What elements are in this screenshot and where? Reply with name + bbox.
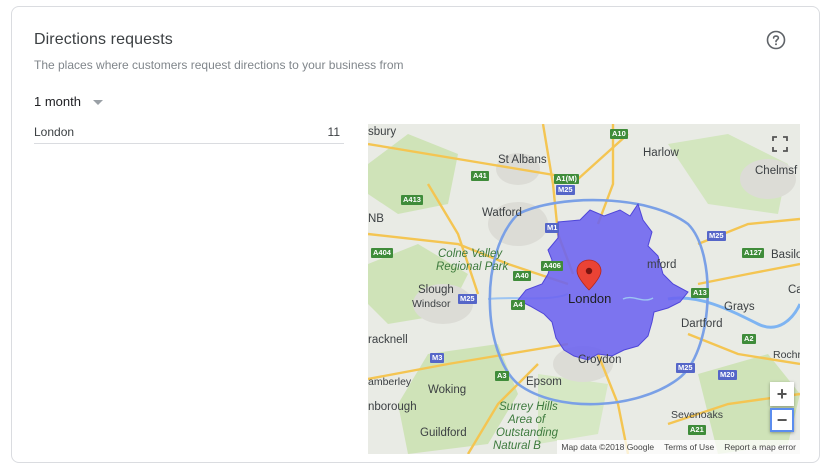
help-circle-icon[interactable] [766, 30, 786, 50]
terms-of-use-link[interactable]: Terms of Use [664, 442, 714, 452]
road-shield: A13 [691, 288, 709, 298]
location-name: London [34, 125, 75, 139]
map-label-windsor: Windsor [412, 298, 451, 310]
road-shield: A10 [610, 129, 628, 139]
map-label-surrey-hills: Surrey Hills [499, 401, 558, 413]
map-label-ca: Ca [788, 284, 800, 296]
map-label-watford: Watford [482, 207, 522, 219]
map-label-dartford: Dartford [681, 318, 723, 330]
map-label-rochester: Rochr [773, 349, 800, 361]
dropdown-caret-icon [92, 99, 103, 105]
road-shield: A406 [541, 261, 563, 271]
location-row: London 11 [34, 125, 344, 144]
directions-map[interactable]: sbury St Albans Harlow Chelmsf NB Watfor… [368, 124, 800, 454]
map-label-bracknell: racknell [368, 334, 408, 346]
map-label-area-of: Area of [508, 414, 546, 426]
road-shield: M1 [545, 223, 560, 233]
map-label-woking: Woking [428, 384, 467, 396]
road-shield: M20 [718, 370, 737, 380]
road-shield: A4 [511, 300, 525, 310]
map-label-chelmsford: Chelmsf [755, 165, 798, 177]
directions-requests-card: Directions requests The places where cus… [11, 6, 820, 463]
road-shield: A127 [742, 248, 764, 258]
fullscreen-icon[interactable] [771, 135, 789, 153]
road-shield: A21 [688, 425, 706, 435]
period-dropdown[interactable]: 1 month [34, 91, 103, 111]
map-label-grays: Grays [724, 301, 755, 313]
road-shield: A1(M) [554, 174, 579, 184]
period-selected-value: 1 month [34, 93, 81, 109]
road-shield: M25 [458, 294, 477, 304]
road-shield: M25 [707, 231, 726, 241]
report-map-error-link[interactable]: Report a map error [724, 442, 796, 452]
map-label-camberley: amberley [368, 376, 412, 388]
road-shield: A413 [401, 195, 423, 205]
road-shield: M25 [676, 363, 695, 373]
map-label-croydon: Croydon [578, 354, 622, 366]
zoom-out-button[interactable]: − [770, 408, 794, 432]
map-label-basildon: Basilo [771, 249, 800, 261]
map-label-harlow: Harlow [643, 147, 679, 159]
map-label-guildford: Guildford [420, 427, 467, 439]
card-title: Directions requests [34, 31, 173, 48]
road-shield: A40 [513, 271, 531, 281]
map-label-london: London [568, 291, 612, 306]
map-label-sevenoaks: Sevenoaks [671, 409, 723, 421]
road-shield: M25 [556, 185, 575, 195]
road-shield: A41 [471, 171, 489, 181]
map-label-outstanding: Outstanding [496, 427, 559, 439]
map-label-slough: Slough [418, 284, 454, 296]
map-label-romford: mford [647, 259, 677, 271]
road-shield: A2 [742, 334, 756, 344]
map-label-anb: NB [368, 213, 384, 225]
map-label-regional-park: Regional Park [436, 261, 509, 273]
map-data-credit: Map data ©2018 Google [561, 442, 655, 452]
location-count: 11 [327, 125, 340, 139]
card-subtitle: The places where customers request direc… [34, 58, 404, 72]
map-label-natural-b: Natural B [493, 440, 541, 452]
map-label-st-albans: St Albans [498, 154, 547, 166]
road-shield: A404 [371, 248, 393, 258]
map-label-farnborough: nborough [368, 401, 417, 413]
zoom-in-button[interactable]: + [770, 382, 794, 406]
road-shield: A3 [495, 371, 509, 381]
map-label-colne-valley: Colne Valley [438, 248, 503, 260]
map-label-epsom: Epsom [526, 376, 562, 388]
map-attribution: Map data ©2018 Google Terms of Use Repor… [557, 440, 800, 454]
road-shield: M3 [430, 353, 445, 363]
map-label-aylesbury: sbury [368, 126, 397, 138]
